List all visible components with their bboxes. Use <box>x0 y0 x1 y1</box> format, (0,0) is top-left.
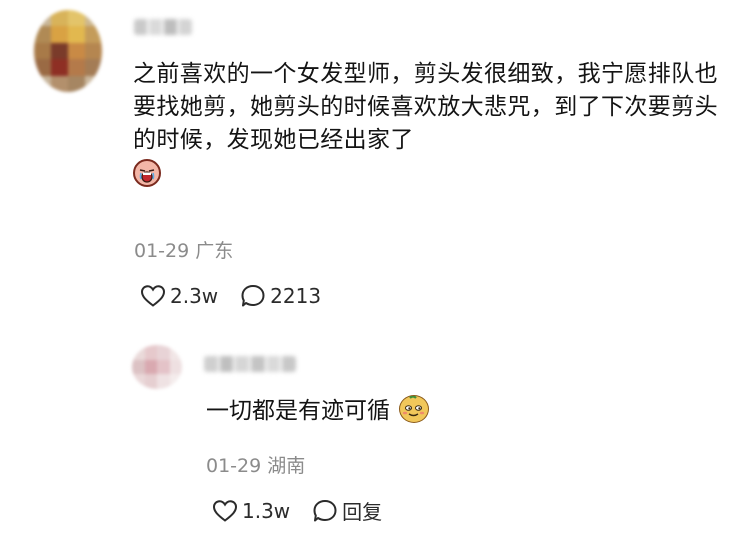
reply-count: 2213 <box>270 284 322 308</box>
comment-body: 之前喜欢的一个女发型师，剪头发很细致，我宁愿排队也要找她剪，她剪头的时候喜欢放大… <box>133 61 718 153</box>
reply-actions: 1.3w 回复 <box>212 496 382 525</box>
reply-body: 一切都是有迹可循 <box>206 398 390 424</box>
like-button[interactable]: 2.3w <box>140 284 218 308</box>
like-count: 2.3w <box>170 284 219 308</box>
comment-meta: 01-29 广东 <box>134 236 233 263</box>
reply-like-button[interactable]: 1.3w <box>212 499 290 523</box>
reply-reply-button[interactable]: 回复 <box>312 496 382 525</box>
heart-icon <box>212 499 238 522</box>
comment-bubble-icon <box>241 285 265 307</box>
reply-button[interactable]: 2213 <box>240 283 321 309</box>
comment-bubble-icon <box>313 499 337 521</box>
heart-icon <box>140 285 166 307</box>
avatar[interactable] <box>34 10 102 92</box>
comment-date: 01-29 <box>134 240 190 262</box>
reply-avatar[interactable] <box>132 345 182 389</box>
reply-meta: 01-29 湖南 <box>206 451 305 478</box>
reply-text: 一切都是有迹可循 <box>206 395 430 428</box>
crying-face-icon <box>133 159 161 187</box>
reply-like-count: 1.3w <box>242 498 291 523</box>
comment-location: 广东 <box>195 240 234 262</box>
smug-face-icon <box>399 395 430 423</box>
reply-date: 01-29 <box>206 455 262 477</box>
reply-username[interactable] <box>204 356 296 372</box>
reply-location: 湖南 <box>267 455 306 477</box>
comment-text: 之前喜欢的一个女发型师，剪头发很细致，我宁愿排队也要找她剪，她剪头的时候喜欢放大… <box>133 58 723 193</box>
reply-label: 回复 <box>342 500 383 524</box>
comment-actions: 2.3w 2213 <box>140 283 321 309</box>
username[interactable] <box>134 19 192 35</box>
